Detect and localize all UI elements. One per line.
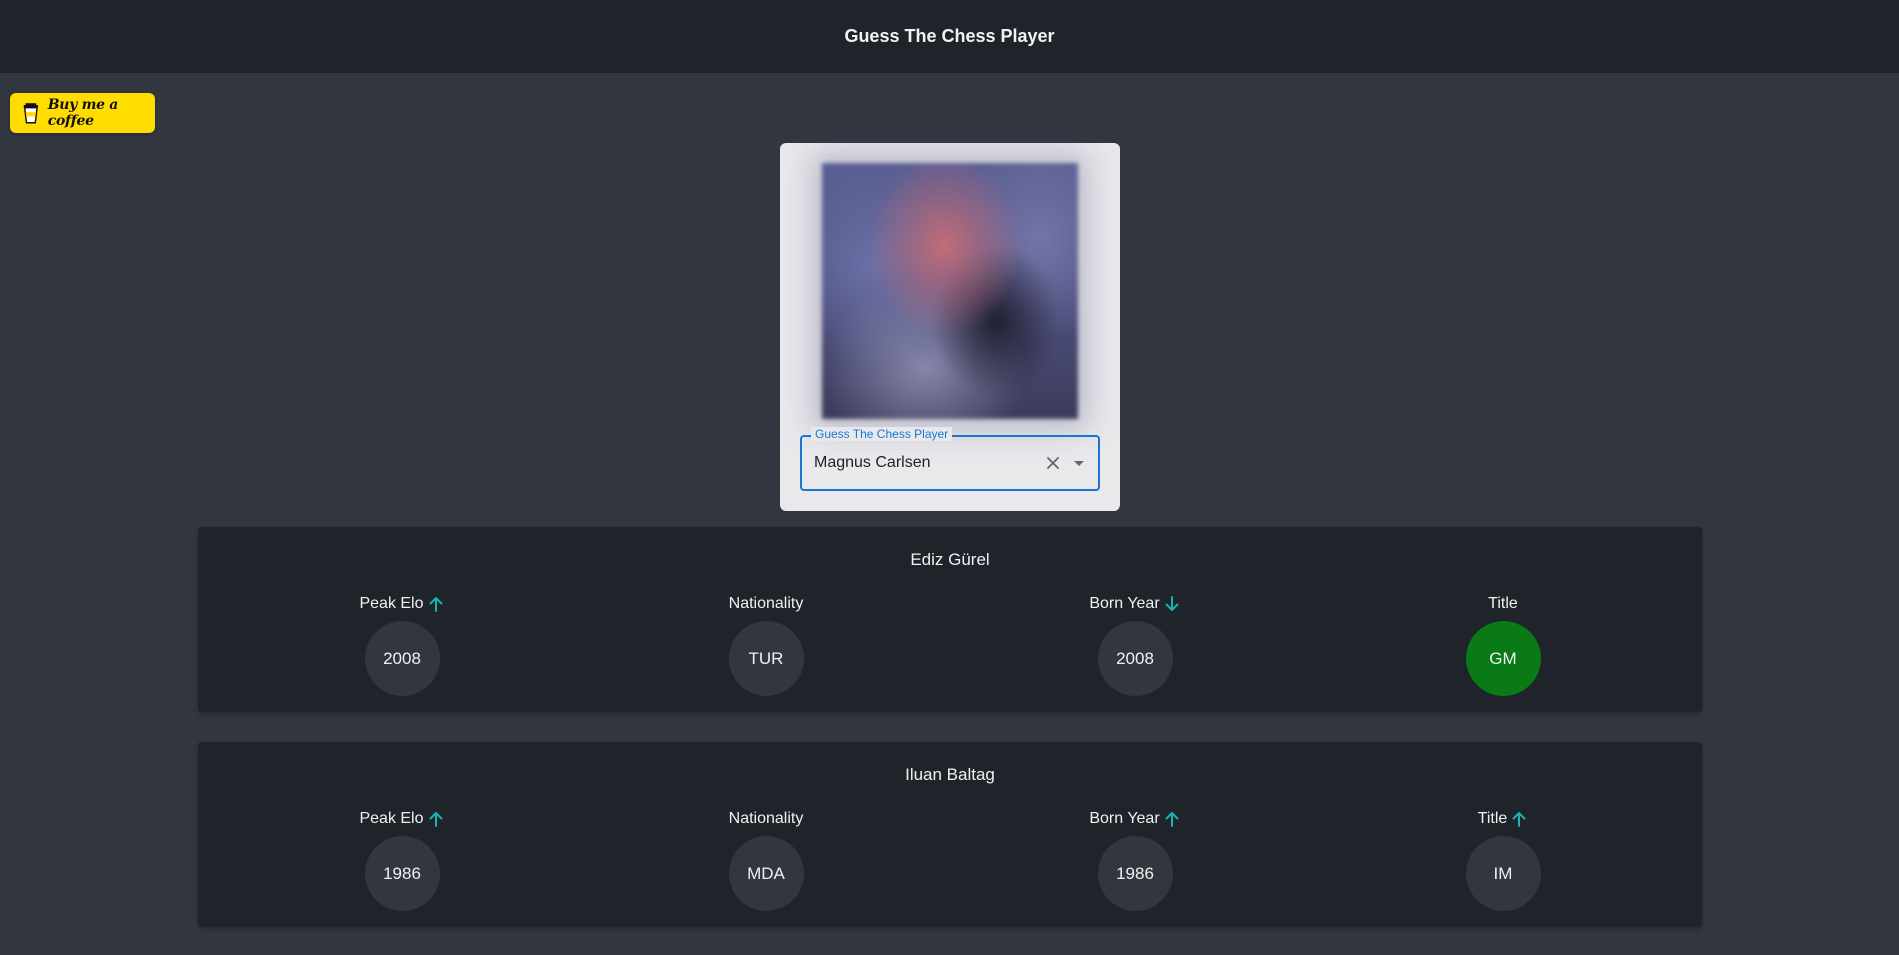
attribute-peak-elo: Peak Elo 1986 (322, 808, 482, 911)
attribute-value: TUR (728, 621, 804, 696)
attribute-nationality: Nationality TUR (686, 593, 846, 696)
arrow-up-icon (1512, 812, 1526, 827)
guessed-player-name: Ediz Gürel (910, 550, 990, 569)
attribute-born-year: Born Year 2008 (1055, 593, 1215, 696)
attribute-label: Title (1477, 810, 1508, 827)
guessed-player-name: Iluan Baltag (905, 765, 995, 784)
attribute-value: 1986 (364, 836, 440, 911)
blurred-player-photo (822, 163, 1078, 419)
attribute-value-correct: GM (1465, 621, 1541, 696)
attribute-title: Title IM (1423, 808, 1583, 911)
caret-down-icon[interactable] (1070, 454, 1088, 472)
app-header: Guess The Chess Player (0, 0, 1899, 73)
attribute-label: Born Year (1089, 595, 1160, 612)
coffee-button-label: Buy me a coffee (47, 97, 119, 129)
attribute-value: 2008 (1097, 621, 1173, 696)
arrow-up-icon (429, 597, 443, 612)
attribute-label: Peak Elo (359, 810, 424, 827)
guess-field-label: Guess The Chess Player (811, 427, 953, 441)
attribute-value: 1986 (1097, 836, 1173, 911)
buy-me-a-coffee-button[interactable]: Buy me a coffee (10, 93, 155, 133)
attribute-label: Nationality (728, 810, 804, 827)
close-icon[interactable] (1044, 454, 1062, 472)
arrow-up-icon (1165, 812, 1179, 827)
arrow-down-icon (1165, 596, 1179, 611)
guess-card: Guess The Chess Player (780, 143, 1120, 511)
attribute-peak-elo: Peak Elo 2008 (322, 593, 482, 696)
attribute-nationality: Nationality MDA (686, 808, 846, 911)
attribute-label: Peak Elo (359, 595, 424, 612)
coffee-cup-icon (23, 103, 38, 124)
attribute-born-year: Born Year 1986 (1055, 808, 1215, 911)
attribute-value: IM (1465, 836, 1541, 911)
page-title: Guess The Chess Player (844, 26, 1055, 46)
attribute-value: 2008 (364, 621, 440, 696)
guess-result-row: Ediz Gürel Peak Elo 2008 Nationality TUR… (198, 527, 1702, 712)
attribute-label: Born Year (1089, 810, 1160, 827)
guess-autocomplete[interactable]: Guess The Chess Player (800, 427, 1100, 491)
attribute-title: Title GM (1423, 593, 1583, 696)
guess-input[interactable] (814, 451, 1034, 475)
arrow-up-icon (429, 812, 443, 827)
attribute-label: Title (1488, 595, 1518, 612)
guess-result-row: Iluan Baltag Peak Elo 1986 Nationality M… (198, 742, 1702, 927)
attribute-label: Nationality (728, 595, 804, 612)
attribute-value: MDA (728, 836, 804, 911)
